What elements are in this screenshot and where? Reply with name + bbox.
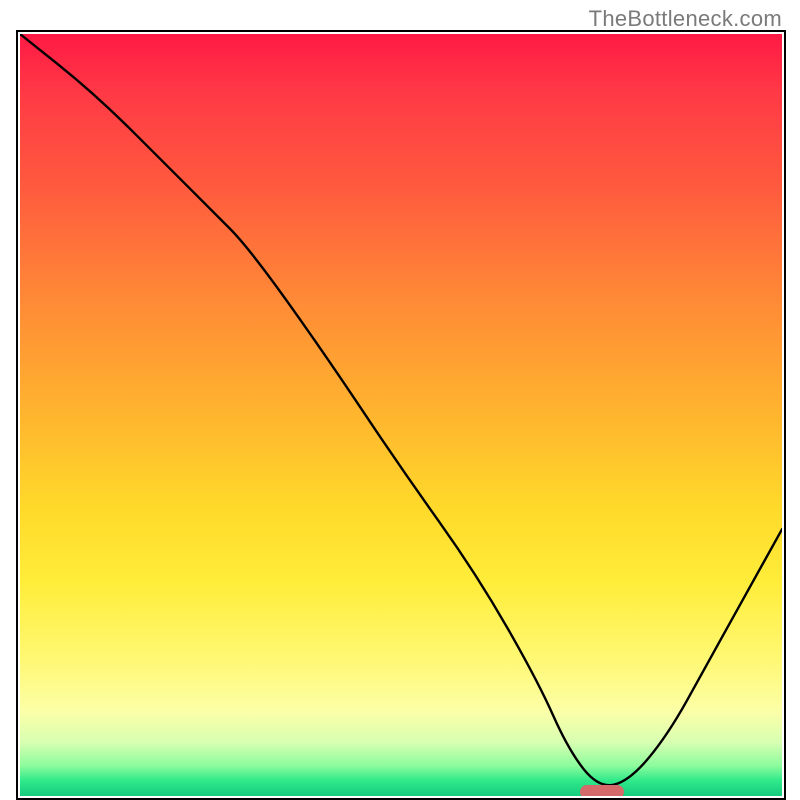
watermark-text: TheBottleneck.com <box>589 6 782 32</box>
chart-frame <box>16 30 786 800</box>
curve-path <box>20 34 782 785</box>
bottleneck-curve <box>20 34 782 796</box>
plot-area <box>20 34 782 796</box>
optimum-marker <box>580 785 624 796</box>
